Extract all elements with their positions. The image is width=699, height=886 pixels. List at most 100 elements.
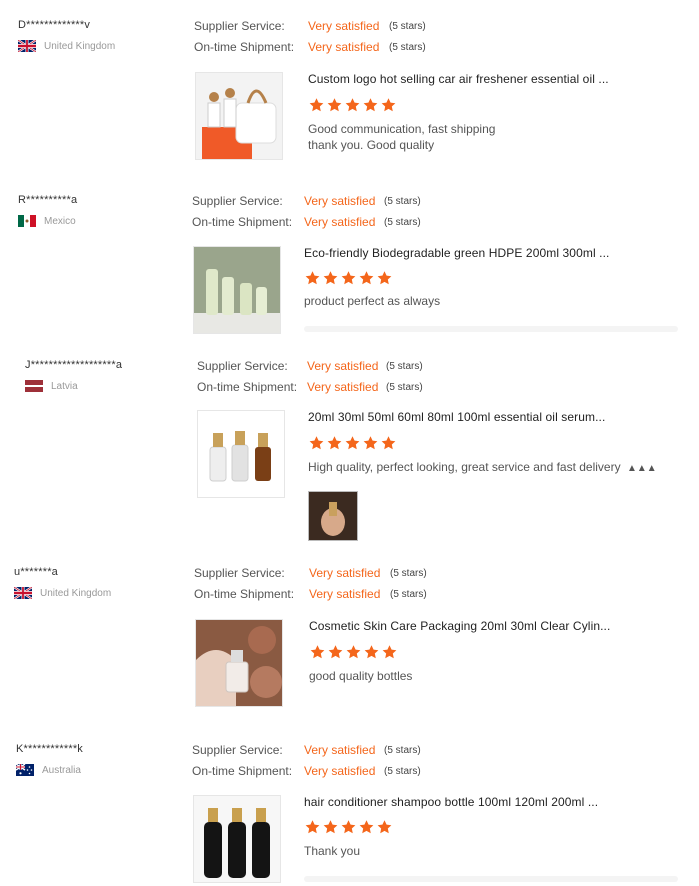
product-thumbnail[interactable]	[193, 795, 281, 883]
on-time-shipment-label: On-time Shipment:	[192, 764, 293, 778]
on-time-shipment-stars: (5 stars)	[384, 766, 421, 777]
buyer-name: u*******a	[14, 566, 59, 578]
star-icon	[328, 645, 343, 659]
on-time-shipment-stars: (5 stars)	[390, 589, 427, 600]
buyer-country: Latvia	[25, 380, 78, 392]
supplier-service-stars: (5 stars)	[390, 568, 427, 579]
supplier-service-value: Very satisfied	[309, 566, 381, 580]
review-comment: High quality, perfect looking, great ser…	[308, 459, 657, 477]
supplier-service-label: Supplier Service:	[194, 566, 285, 580]
on-time-shipment-value: Very satisfied	[308, 40, 380, 54]
star-icon	[364, 645, 379, 659]
country-label: Mexico	[44, 215, 76, 227]
buyer-name: R**********a	[18, 194, 78, 206]
review-comment: product perfect as always	[304, 293, 440, 309]
supplier-service-label: Supplier Service:	[197, 359, 288, 373]
buyer-country: Mexico	[18, 215, 76, 227]
star-icon	[382, 645, 397, 659]
country-label: Australia	[42, 764, 81, 776]
supplier-service-stars: (5 stars)	[384, 745, 421, 756]
star-icon	[323, 820, 338, 834]
on-time-shipment-stars: (5 stars)	[386, 382, 423, 393]
rating-stars	[308, 97, 397, 113]
star-icon	[309, 98, 324, 112]
star-icon	[363, 98, 378, 112]
mexico-flag-icon	[18, 215, 36, 227]
country-label: United Kingdom	[44, 40, 116, 52]
product-title-link[interactable]: 20ml 30ml 50ml 60ml 80ml 100ml essential…	[308, 410, 605, 424]
star-icon	[327, 98, 342, 112]
uk-flag-icon	[18, 40, 36, 52]
buyer-country: Australia	[16, 764, 81, 776]
star-icon	[341, 271, 356, 285]
star-icon	[377, 820, 392, 834]
comment-line: Thank you	[304, 844, 361, 858]
star-icon	[345, 436, 360, 450]
buyer-name: J*******************a	[25, 359, 123, 371]
supplier-service-value: Very satisfied	[307, 359, 379, 373]
product-image-icon	[194, 796, 280, 882]
comment-line: thank you. Good quality	[308, 138, 435, 152]
star-icon	[381, 98, 396, 112]
star-icon	[341, 820, 356, 834]
product-thumbnail[interactable]	[195, 72, 283, 160]
comment-line: good quality bottles	[309, 669, 413, 683]
comment-line: Good communication, fast shipping	[308, 122, 496, 136]
on-time-shipment-label: On-time Shipment:	[194, 40, 295, 54]
product-image-icon	[198, 411, 284, 497]
rating-stars	[308, 435, 397, 451]
supplier-service-label: Supplier Service:	[192, 194, 283, 208]
review-comment: Thank you	[304, 843, 360, 859]
review-comment: Good communication, fast shipping thank …	[308, 121, 495, 153]
on-time-shipment-value: Very satisfied	[307, 380, 379, 394]
supplier-service-stars: (5 stars)	[389, 21, 426, 32]
product-title-link[interactable]: Cosmetic Skin Care Packaging 20ml 30ml C…	[309, 619, 610, 633]
country-label: United Kingdom	[40, 587, 112, 599]
star-icon	[377, 271, 392, 285]
on-time-shipment-stars: (5 stars)	[384, 217, 421, 228]
product-thumbnail[interactable]	[195, 619, 283, 707]
supplier-service-stars: (5 stars)	[384, 196, 421, 207]
comment-line: High quality, perfect looking, great ser…	[308, 460, 621, 474]
thumbs-up-icon: ▲▲▲	[626, 463, 657, 474]
supplier-service-value: Very satisfied	[308, 19, 380, 33]
on-time-shipment-value: Very satisfied	[309, 587, 381, 601]
latvia-flag-icon	[25, 380, 43, 392]
on-time-shipment-stars: (5 stars)	[389, 42, 426, 53]
on-time-shipment-label: On-time Shipment:	[197, 380, 298, 394]
divider	[304, 326, 678, 332]
comment-line: product perfect as always	[304, 294, 441, 308]
product-thumbnail[interactable]	[193, 246, 281, 334]
review-photo[interactable]	[308, 491, 358, 541]
rating-stars	[309, 644, 398, 660]
star-icon	[327, 436, 342, 450]
star-icon	[345, 98, 360, 112]
star-icon	[363, 436, 378, 450]
star-icon	[359, 820, 374, 834]
product-title-link[interactable]: hair conditioner shampoo bottle 100ml 12…	[304, 795, 598, 809]
supplier-service-stars: (5 stars)	[386, 361, 423, 372]
product-image-icon	[196, 620, 282, 706]
supplier-service-label: Supplier Service:	[194, 19, 285, 33]
star-icon	[359, 271, 374, 285]
star-icon	[305, 820, 320, 834]
product-title-link[interactable]: Eco-friendly Biodegradable green HDPE 20…	[304, 246, 609, 260]
review-photo-icon	[309, 492, 357, 540]
star-icon	[323, 271, 338, 285]
star-icon	[310, 645, 325, 659]
product-title-link[interactable]: Custom logo hot selling car air freshene…	[308, 72, 609, 86]
star-icon	[305, 271, 320, 285]
rating-stars	[304, 270, 393, 286]
divider	[304, 876, 678, 882]
uk-flag-icon	[14, 587, 32, 599]
product-thumbnail[interactable]	[197, 410, 285, 498]
on-time-shipment-value: Very satisfied	[304, 764, 376, 778]
product-image-icon	[194, 247, 280, 333]
buyer-country: United Kingdom	[14, 587, 111, 599]
star-icon	[381, 436, 396, 450]
on-time-shipment-value: Very satisfied	[304, 215, 376, 229]
on-time-shipment-label: On-time Shipment:	[194, 587, 295, 601]
country-label: Latvia	[51, 380, 78, 392]
star-icon	[309, 436, 324, 450]
product-image-icon	[196, 73, 282, 159]
